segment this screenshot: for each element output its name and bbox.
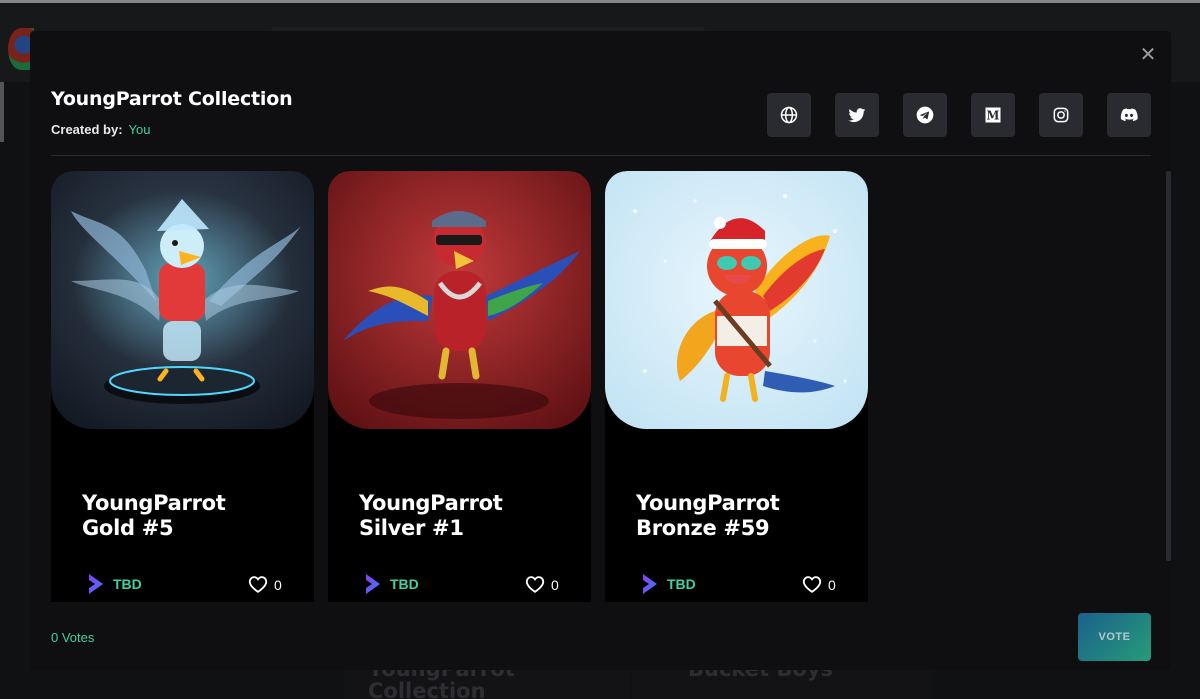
globe-icon: [780, 106, 798, 124]
votes-count: 0 Votes: [51, 630, 95, 645]
website-button[interactable]: [767, 93, 811, 137]
close-icon[interactable]: ✕: [1138, 45, 1158, 65]
heart-icon[interactable]: [524, 573, 546, 595]
nft-name: YoungParrot Gold #5: [82, 491, 226, 540]
nft-image-neon-parrot: [51, 171, 314, 429]
nft-card[interactable]: YoungParrot Gold #5 TBD 0: [51, 171, 314, 602]
scrollbar[interactable]: [1166, 171, 1171, 561]
telegram-button[interactable]: [903, 93, 947, 137]
nft-card-footer: TBD 0: [86, 571, 286, 597]
nft-card[interactable]: YoungParrot Bronze #59 TBD 0: [605, 171, 868, 602]
heart-icon[interactable]: [247, 573, 269, 595]
instagram-button[interactable]: [1039, 93, 1083, 137]
price-label: TBD: [667, 576, 696, 592]
instagram-icon: [1053, 107, 1069, 123]
nft-card-footer: TBD 0: [363, 571, 563, 597]
medium-button[interactable]: M: [971, 93, 1015, 137]
nft-name: YoungParrot Bronze #59: [636, 491, 780, 540]
like-count: 0: [828, 577, 836, 593]
nft-card-list: YoungParrot Gold #5 TBD 0 YoungParrot Si…: [51, 171, 868, 602]
currency-logo-icon: [366, 574, 380, 594]
created-by-label: Created by:: [51, 122, 123, 137]
price-label: TBD: [390, 576, 419, 592]
like-count: 0: [551, 577, 559, 593]
medium-icon: M: [985, 107, 1001, 123]
created-by-row: Created by: You: [51, 122, 150, 137]
nft-image-red-parrot: [328, 171, 591, 429]
discord-button[interactable]: [1107, 93, 1151, 137]
like-count: 0: [274, 577, 282, 593]
svg-text:M: M: [987, 109, 1000, 123]
vote-button[interactable]: VOTE: [1078, 613, 1151, 661]
currency-logo-icon: [643, 574, 657, 594]
heart-icon[interactable]: [801, 573, 823, 595]
nft-image-santa-parrot: [605, 171, 868, 429]
social-links: M: [767, 93, 1151, 137]
currency-logo-icon: [89, 574, 103, 594]
price-label: TBD: [113, 576, 142, 592]
nft-name: YoungParrot Silver #1: [359, 491, 503, 540]
nft-card[interactable]: YoungParrot Silver #1 TBD 0: [328, 171, 591, 602]
telegram-icon: [916, 106, 934, 124]
twitter-button[interactable]: [835, 93, 879, 137]
nft-card-footer: TBD 0: [640, 571, 840, 597]
header-divider: [51, 155, 1151, 156]
creator-link[interactable]: You: [129, 122, 151, 137]
collection-title: YoungParrot Collection: [51, 88, 293, 110]
collection-modal: ✕ YoungParrot Collection Created by: You …: [30, 31, 1171, 670]
twitter-icon: [848, 108, 866, 123]
discord-icon: [1120, 108, 1138, 122]
